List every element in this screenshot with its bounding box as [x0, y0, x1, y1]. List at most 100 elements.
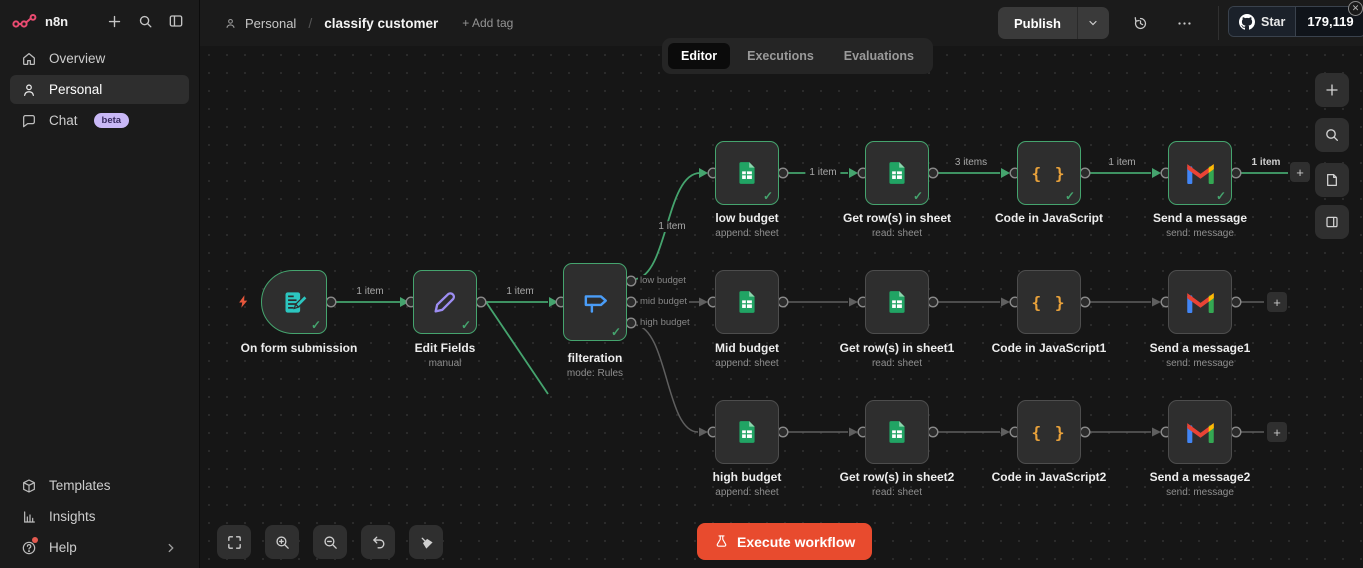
notification-dot — [32, 536, 38, 543]
sidebar-item-chat[interactable]: Chat beta — [10, 106, 189, 135]
node-send-message2[interactable] — [1168, 400, 1232, 464]
add-tag-button[interactable]: + Add tag — [462, 16, 513, 30]
new-workflow-button[interactable] — [103, 10, 125, 32]
edge-label: 1 item — [356, 286, 384, 297]
node-on-form-submission[interactable]: ✓ — [261, 270, 327, 334]
sidebar-item-overview[interactable]: Overview — [10, 44, 189, 73]
gmail-icon — [1186, 292, 1214, 313]
node-get-rows-sheet[interactable]: ✓ — [865, 141, 929, 205]
success-check-icon: ✓ — [1064, 189, 1075, 203]
sidebar-item-help[interactable]: Help — [10, 533, 189, 562]
add-node-button[interactable]: + — [1267, 422, 1287, 442]
github-icon — [1239, 13, 1255, 30]
publish-button[interactable]: Publish — [998, 7, 1077, 39]
tab-evaluations[interactable]: Evaluations — [831, 43, 927, 69]
success-check-icon: ✓ — [1215, 189, 1226, 203]
google-sheets-icon — [739, 162, 755, 184]
google-sheets-icon — [889, 291, 905, 313]
edge-label: 1 item — [805, 167, 841, 178]
edge-label: 1 item — [506, 286, 534, 297]
history-button[interactable] — [1123, 6, 1157, 40]
node-low-budget[interactable]: ✓ — [715, 141, 779, 205]
code-icon: { } — [1031, 163, 1067, 183]
google-sheets-icon — [889, 162, 905, 184]
view-tabs: Editor Executions Evaluations — [662, 38, 933, 74]
form-icon — [285, 291, 308, 313]
sidebar-item-label: Templates — [49, 478, 111, 493]
sidebar-item-insights[interactable]: Insights — [10, 502, 189, 531]
toggle-panel-button[interactable] — [1315, 205, 1349, 239]
sidebar-item-label: Chat — [49, 113, 78, 128]
zoom-out-button[interactable] — [313, 525, 347, 559]
sidebar-item-personal[interactable]: Personal — [10, 75, 189, 104]
gmail-icon — [1186, 163, 1214, 184]
tab-executions[interactable]: Executions — [734, 43, 827, 69]
publish-dropdown-button[interactable] — [1076, 7, 1109, 39]
node-send-message[interactable]: ✓ — [1168, 141, 1232, 205]
workflow-canvas[interactable]: 1 item 1 item 1 item 1 item 3 items 1 it… — [200, 46, 1363, 568]
output-port-label-high: high budget — [638, 317, 692, 328]
publish-button-group: Publish — [998, 7, 1109, 39]
node-high-budget[interactable] — [715, 400, 779, 464]
code-icon: { } — [1031, 422, 1067, 442]
breadcrumb-project[interactable]: Personal — [245, 16, 296, 31]
success-check-icon: ✓ — [610, 325, 621, 339]
node-filteration[interactable]: ✓ — [563, 263, 627, 341]
sidebar-item-templates[interactable]: Templates — [10, 471, 189, 500]
home-icon — [21, 51, 37, 67]
trigger-bolt-icon — [236, 294, 251, 309]
more-options-button[interactable] — [1167, 6, 1201, 40]
node-edit-fields[interactable]: ✓ — [413, 270, 477, 334]
edge-label: 1 item — [1251, 157, 1281, 168]
brand-name: n8n — [45, 13, 69, 29]
output-port-label-low: low budget — [638, 275, 688, 286]
tidy-up-button[interactable] — [409, 525, 443, 559]
beta-badge: beta — [93, 113, 130, 128]
success-check-icon: ✓ — [310, 318, 321, 332]
flask-icon — [716, 535, 727, 547]
github-star-button[interactable]: Star — [1229, 7, 1296, 36]
add-node-panel-button[interactable] — [1315, 73, 1349, 107]
workflow-title[interactable]: classify customer — [324, 16, 438, 31]
close-icon[interactable]: ✕ — [1348, 1, 1363, 16]
add-node-button[interactable]: + — [1290, 162, 1310, 182]
sidebar-item-label: Insights — [49, 509, 96, 524]
person-icon — [21, 82, 37, 98]
node-code-javascript1[interactable]: { } — [1017, 270, 1081, 334]
tab-editor[interactable]: Editor — [668, 43, 731, 69]
node-get-rows-sheet1[interactable] — [865, 270, 929, 334]
search-button[interactable] — [134, 10, 156, 32]
node-code-javascript2[interactable]: { } — [1017, 400, 1081, 464]
pencil-icon — [434, 292, 455, 313]
github-star-widget: Star 179,119 — [1228, 6, 1363, 37]
success-check-icon: ✓ — [460, 318, 471, 332]
header-divider — [1218, 6, 1219, 40]
person-icon — [224, 17, 237, 30]
google-sheets-icon — [739, 421, 755, 443]
sticky-note-button[interactable] — [1315, 163, 1349, 197]
sidebar-item-label: Personal — [49, 82, 103, 97]
success-check-icon: ✓ — [912, 189, 923, 203]
node-code-javascript[interactable]: { } ✓ — [1017, 141, 1081, 205]
chevron-right-icon — [164, 541, 178, 555]
zoom-to-fit-button[interactable] — [217, 525, 251, 559]
github-star-label: Star — [1261, 14, 1286, 29]
sidebar-footer: Templates Insights Help — [0, 469, 199, 564]
n8n-logo-icon — [12, 13, 38, 29]
edge-label: 1 item — [654, 221, 690, 232]
sidebar-top-row: n8n — [0, 0, 199, 42]
code-icon: { } — [1031, 292, 1067, 312]
google-sheets-icon — [739, 291, 755, 313]
bar-chart-icon — [21, 509, 37, 525]
node-send-message1[interactable] — [1168, 270, 1232, 334]
sidebar: n8n Overview Personal Chat beta Template… — [0, 0, 200, 568]
collapse-sidebar-button[interactable] — [165, 10, 187, 32]
add-node-button[interactable]: + — [1267, 292, 1287, 312]
node-get-rows-sheet2[interactable] — [865, 400, 929, 464]
execute-workflow-button[interactable]: Execute workflow — [697, 523, 873, 560]
zoom-in-button[interactable] — [265, 525, 299, 559]
node-mid-budget[interactable] — [715, 270, 779, 334]
canvas-search-button[interactable] — [1315, 118, 1349, 152]
edge-label: 3 items — [954, 157, 988, 168]
undo-button[interactable] — [361, 525, 395, 559]
